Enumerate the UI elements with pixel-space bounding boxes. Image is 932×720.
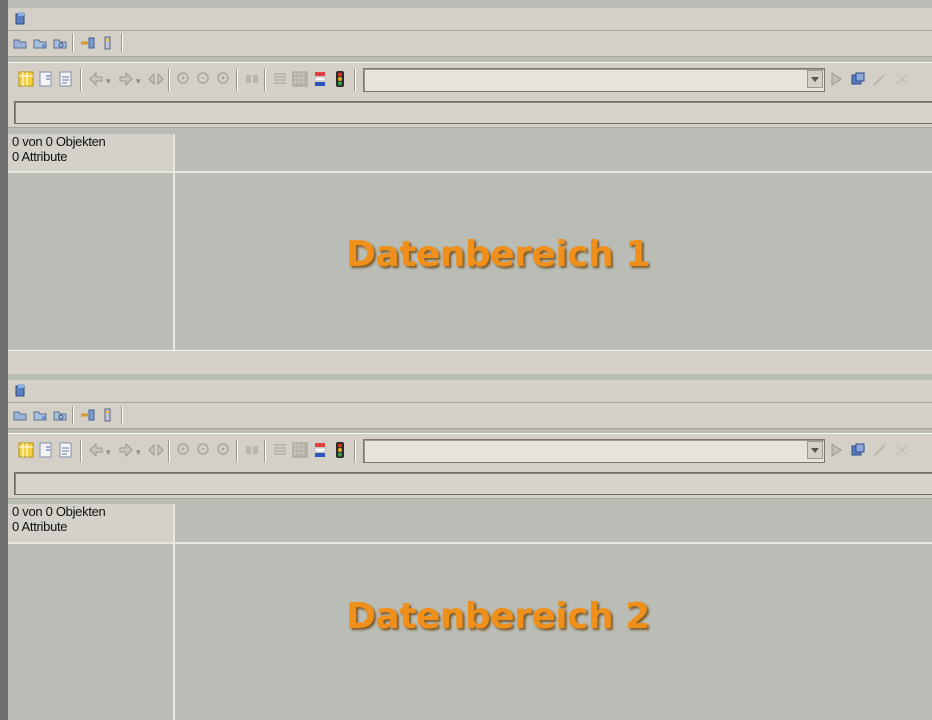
toolbar-separator: [354, 440, 355, 462]
filter-combobox[interactable]: [363, 439, 825, 463]
dropdown-arrow-icon[interactable]: ▾: [106, 447, 111, 458]
toolbar-separator: [236, 440, 237, 462]
toolbar-separator: [72, 406, 73, 424]
column-header-area: [175, 504, 932, 544]
save-icon[interactable]: [32, 35, 48, 51]
toolbar-separator: [168, 440, 169, 462]
nav-jump-icon[interactable]: [148, 71, 164, 87]
import-icon[interactable]: [80, 407, 96, 423]
dropdown-arrow-icon[interactable]: ▾: [136, 76, 141, 87]
title-bar: [8, 8, 932, 31]
toolbar-separator: [121, 34, 122, 52]
toolbar-separator: [264, 440, 265, 462]
edit-document-icon[interactable]: [58, 442, 74, 458]
toolbar-separator: [236, 69, 237, 91]
traffic-light-icon[interactable]: [332, 442, 348, 458]
main-toolbar: ▾ ▾: [8, 433, 932, 469]
close-icon[interactable]: [894, 71, 910, 87]
traffic-light-icon[interactable]: [332, 71, 348, 87]
dropdown-arrow-icon[interactable]: ▾: [136, 447, 141, 458]
search-document-icon[interactable]: [52, 407, 68, 423]
input-bar: [8, 97, 932, 128]
nav-forward-icon[interactable]: [118, 71, 134, 87]
find-icon[interactable]: [244, 442, 260, 458]
app-icon: [15, 12, 25, 25]
grid-view-icon[interactable]: [18, 71, 34, 87]
quick-toolbar: [8, 403, 932, 429]
chevron-down-icon: [811, 77, 819, 82]
quick-toolbar: [8, 31, 932, 57]
toolbar-separator: [80, 69, 81, 91]
properties-icon[interactable]: [100, 407, 116, 423]
toolbar-separator: [72, 34, 73, 52]
data-panel-2: ▾ ▾ 0 von 0 Objekten 0 Attribute Datenbe…: [0, 374, 932, 720]
zoom-reset-icon[interactable]: [216, 71, 232, 87]
grid-view-icon[interactable]: [18, 442, 34, 458]
filter-icon[interactable]: [312, 71, 328, 87]
toolbar-separator: [80, 440, 81, 462]
nav-back-icon[interactable]: [88, 71, 104, 87]
table-icon[interactable]: [292, 71, 308, 87]
wand-icon[interactable]: [872, 442, 888, 458]
object-count: 0 von 0 Objekten: [12, 504, 106, 519]
properties-icon[interactable]: [100, 35, 116, 51]
object-icon[interactable]: [850, 71, 866, 87]
combobox-dropdown-button[interactable]: [807, 70, 823, 88]
nav-jump-icon[interactable]: [148, 442, 164, 458]
row-header-area: [8, 544, 175, 720]
window-frame: [0, 374, 8, 720]
list-icon[interactable]: [272, 442, 288, 458]
toolbar-separator: [168, 69, 169, 91]
open-folder-icon[interactable]: [12, 35, 28, 51]
dropdown-arrow-icon[interactable]: ▾: [106, 76, 111, 87]
new-document-icon[interactable]: [38, 442, 54, 458]
open-folder-icon[interactable]: [12, 407, 28, 423]
filter-combobox[interactable]: [363, 68, 825, 92]
combobox-dropdown-button[interactable]: [807, 441, 823, 459]
attribute-count: 0 Attribute: [12, 149, 68, 164]
search-document-icon[interactable]: [52, 35, 68, 51]
app-icon: [15, 384, 25, 397]
title-bar: [8, 380, 932, 403]
nav-back-icon[interactable]: [88, 442, 104, 458]
toolbar-separator: [264, 69, 265, 91]
toolbar-separator: [354, 69, 355, 91]
object-count: 0 von 0 Objekten: [12, 134, 106, 149]
run-icon[interactable]: [828, 71, 844, 87]
chevron-down-icon: [811, 448, 819, 453]
edit-document-icon[interactable]: [58, 71, 74, 87]
attribute-count: 0 Attribute: [12, 519, 68, 534]
close-icon[interactable]: [894, 442, 910, 458]
object-icon[interactable]: [850, 442, 866, 458]
toolbar-separator: [121, 406, 122, 424]
filter-icon[interactable]: [312, 442, 328, 458]
row-header-area: [8, 173, 175, 350]
data-area-label: Datenbereich 1: [346, 234, 650, 275]
table-icon[interactable]: [292, 442, 308, 458]
data-panel-1: ▾ ▾ 0 von 0 Objekten 0 Attribute Datenbe…: [0, 0, 932, 375]
wand-icon[interactable]: [872, 71, 888, 87]
column-header-area: [175, 134, 932, 173]
filter-input[interactable]: [14, 472, 932, 495]
zoom-in-icon[interactable]: [176, 442, 192, 458]
zoom-out-icon[interactable]: [196, 71, 212, 87]
run-icon[interactable]: [828, 442, 844, 458]
import-icon[interactable]: [80, 35, 96, 51]
filter-input[interactable]: [14, 101, 932, 124]
window-frame: [0, 0, 8, 374]
data-area-label: Datenbereich 2: [346, 596, 650, 637]
zoom-in-icon[interactable]: [176, 71, 192, 87]
zoom-out-icon[interactable]: [196, 442, 212, 458]
input-bar: [8, 468, 932, 499]
zoom-reset-icon[interactable]: [216, 442, 232, 458]
new-document-icon[interactable]: [38, 71, 54, 87]
main-toolbar: ▾ ▾: [8, 62, 932, 98]
status-bar: [8, 350, 932, 375]
save-icon[interactable]: [32, 407, 48, 423]
nav-forward-icon[interactable]: [118, 442, 134, 458]
info-cell: 0 von 0 Objekten 0 Attribute: [8, 134, 175, 173]
info-cell: 0 von 0 Objekten 0 Attribute: [8, 504, 175, 544]
list-icon[interactable]: [272, 71, 288, 87]
find-icon[interactable]: [244, 71, 260, 87]
